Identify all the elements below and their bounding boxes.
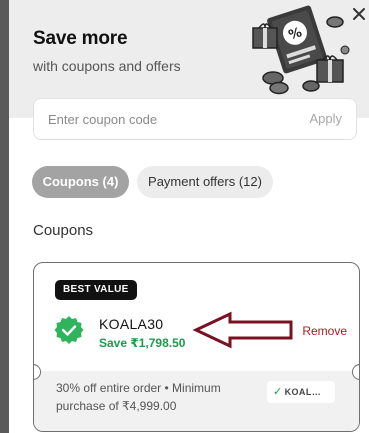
panel-title: Save more	[33, 28, 128, 49]
backdrop-overlay	[0, 0, 9, 433]
applied-code-chip-label: KOAL…	[284, 387, 322, 397]
coupon-code-input[interactable]	[48, 109, 288, 129]
left-arrow-annotation-icon	[192, 311, 293, 349]
panel-subtitle: with coupons and offers	[33, 58, 181, 74]
coupon-illustration-icon: %	[252, 5, 350, 95]
best-value-badge: BEST VALUE	[55, 280, 137, 300]
coupon-card: BEST VALUE KOALA30 Save ₹1,798.50 Remove…	[33, 262, 360, 432]
coupon-savings: Save ₹1,798.50	[99, 336, 186, 350]
verified-seal-icon	[54, 316, 84, 344]
applied-code-chip[interactable]: ✓ KOAL…	[267, 381, 335, 403]
tab-coupons[interactable]: Coupons (4)	[32, 166, 129, 198]
coupons-panel: Save more with coupons and offers % Ente…	[9, 0, 369, 433]
close-icon[interactable]	[351, 6, 367, 22]
coupons-section-title: Coupons	[33, 222, 94, 239]
tab-payment-offers[interactable]: Payment offers (12)	[137, 166, 273, 198]
coupon-code-label: KOALA30	[99, 316, 164, 332]
apply-button[interactable]: Apply	[309, 111, 342, 126]
coupon-description: 30% off entire order • Minimum purchase …	[56, 381, 221, 413]
coupon-code-field: Apply	[33, 98, 357, 140]
check-icon: ✓	[273, 386, 283, 398]
remove-coupon-button[interactable]: Remove	[302, 324, 347, 338]
